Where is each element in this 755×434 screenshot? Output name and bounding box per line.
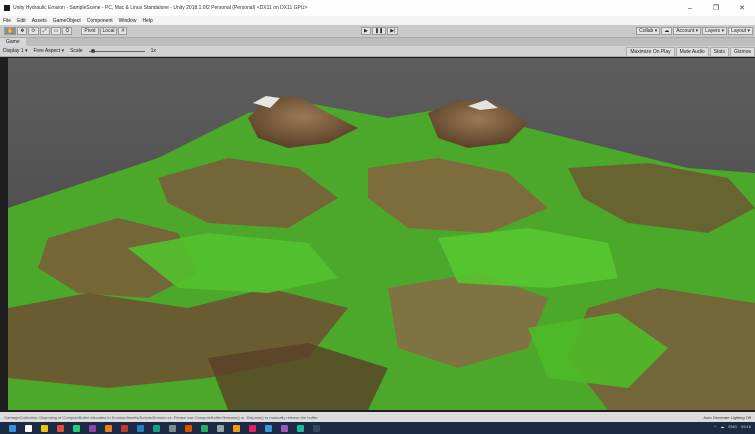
- transform-tool-button[interactable]: ⛭: [62, 27, 73, 35]
- maximize-button[interactable]: ❐: [703, 4, 729, 12]
- scale-value: 1x: [150, 48, 156, 54]
- menu-edit[interactable]: Edit: [14, 18, 29, 24]
- main-toolbar: ✋ ✥ ⟳ ⤢ ▭ ⛭ Pivot Local # ▶ ❚❚ ▶| Collab…: [0, 25, 755, 38]
- taskbar-app-icon[interactable]: [121, 424, 128, 432]
- console-message[interactable]: GarbageCollection: Disposing of ComputeB…: [0, 415, 703, 420]
- minimize-button[interactable]: –: [677, 5, 703, 12]
- taskbar-app-icon[interactable]: [153, 424, 160, 432]
- unity-logo-icon: [4, 5, 10, 11]
- scale-slider-handle[interactable]: [90, 48, 95, 53]
- scale-slider[interactable]: [88, 48, 145, 53]
- tray-chevron-icon[interactable]: ^: [714, 424, 716, 429]
- taskbar-app-icon[interactable]: [73, 424, 80, 432]
- taskbar-app-icon[interactable]: [233, 424, 240, 432]
- hand-tool-button[interactable]: ✋: [4, 27, 17, 35]
- step-button[interactable]: ▶|: [387, 27, 399, 35]
- taskbar-app-icon[interactable]: [201, 424, 208, 432]
- layers-dropdown[interactable]: Layers ▾: [702, 27, 728, 35]
- game-tab-label: Game: [6, 39, 20, 45]
- window-title: Unity Hydraulic Erosion - SampleScene - …: [13, 5, 308, 11]
- taskbar-app-icon[interactable]: [281, 424, 288, 432]
- display-dropdown[interactable]: Display 1 ▾: [0, 48, 30, 54]
- taskbar-app-icon[interactable]: [249, 424, 256, 432]
- gizmos-dropdown[interactable]: Gizmos: [730, 47, 755, 57]
- status-bar: GarbageCollection: Disposing of ComputeB…: [0, 412, 755, 422]
- menu-file[interactable]: File: [0, 18, 14, 24]
- taskbar-apps: [0, 424, 320, 432]
- local-toggle[interactable]: Local: [99, 27, 118, 35]
- taskbar-app-icon[interactable]: [57, 424, 64, 432]
- menu-help[interactable]: Help: [139, 18, 155, 24]
- window-titlebar: Unity Hydraulic Erosion - SampleScene - …: [0, 0, 755, 16]
- menu-bar: File Edit Assets GameObject Component Wi…: [0, 16, 755, 25]
- menu-component[interactable]: Component: [84, 18, 116, 24]
- windows-taskbar: ^ ☁ ENG 09:16: [0, 422, 755, 434]
- account-dropdown[interactable]: Account ▾: [673, 27, 702, 35]
- taskbar-app-icon[interactable]: [313, 424, 320, 432]
- rect-tool-button[interactable]: ▭: [50, 27, 62, 35]
- menu-gameobject[interactable]: GameObject: [50, 18, 84, 24]
- lighting-status: Auto Generate Lighting Off: [703, 414, 751, 420]
- taskbar-app-icon[interactable]: [105, 424, 112, 432]
- game-view-options: Maximize On Play Mute Audio Stats Gizmos: [625, 47, 755, 57]
- pivot-toggle[interactable]: Pivot: [81, 27, 99, 35]
- maximize-on-play-toggle[interactable]: Maximize On Play: [626, 47, 675, 57]
- snap-button[interactable]: #: [118, 27, 128, 35]
- tray-language[interactable]: ENG: [728, 424, 737, 429]
- collab-dropdown[interactable]: Collab ▾: [636, 27, 661, 35]
- taskbar-app-icon[interactable]: [217, 424, 224, 432]
- taskbar-app-icon[interactable]: [185, 424, 192, 432]
- transform-tools: ✋ ✥ ⟳ ⤢ ▭ ⛭: [3, 27, 73, 35]
- tray-clock[interactable]: 09:16: [741, 424, 751, 429]
- menu-window[interactable]: Window: [116, 18, 140, 24]
- pivot-controls: Pivot Local #: [80, 27, 128, 35]
- tray-cloud-icon[interactable]: ☁: [720, 424, 724, 429]
- play-controls: ▶ ❚❚ ▶|: [360, 27, 399, 35]
- layout-dropdown[interactable]: Layout ▾: [728, 27, 753, 35]
- taskbar-app-icon[interactable]: [169, 424, 176, 432]
- pause-button[interactable]: ❚❚: [371, 27, 387, 35]
- account-tools: Collab ▾ ☁ Account ▾ Layers ▾ Layout ▾: [635, 27, 753, 35]
- taskbar-app-icon[interactable]: [25, 424, 32, 432]
- terrain-render: [8, 58, 755, 410]
- taskbar-app-icon[interactable]: [89, 424, 96, 432]
- scale-label: Scale: [70, 48, 83, 54]
- aspect-dropdown[interactable]: Free Aspect ▾: [30, 48, 67, 54]
- mute-audio-toggle[interactable]: Mute Audio: [675, 47, 709, 57]
- taskbar-app-icon[interactable]: [265, 424, 272, 432]
- play-button[interactable]: ▶: [361, 27, 371, 35]
- game-view-toolbar: Display 1 ▾ Free Aspect ▾ Scale 1x Maxim…: [0, 46, 755, 57]
- scale-tool-button[interactable]: ⤢: [39, 27, 50, 35]
- cloud-icon[interactable]: ☁: [661, 27, 673, 35]
- menu-assets[interactable]: Assets: [29, 18, 50, 24]
- rotate-tool-button[interactable]: ⟳: [28, 27, 39, 35]
- move-tool-button[interactable]: ✥: [17, 27, 28, 35]
- tab-game[interactable]: Game: [0, 38, 26, 46]
- tab-strip: Game: [0, 38, 755, 46]
- taskbar-app-icon[interactable]: [137, 424, 144, 432]
- windows-start-icon[interactable]: [9, 424, 16, 432]
- close-button[interactable]: ✕: [729, 4, 755, 12]
- stats-toggle[interactable]: Stats: [709, 47, 730, 57]
- game-viewport[interactable]: [8, 58, 755, 410]
- system-tray: ^ ☁ ENG 09:16: [710, 424, 751, 429]
- taskbar-app-icon[interactable]: [297, 424, 304, 432]
- taskbar-app-icon[interactable]: [41, 424, 48, 432]
